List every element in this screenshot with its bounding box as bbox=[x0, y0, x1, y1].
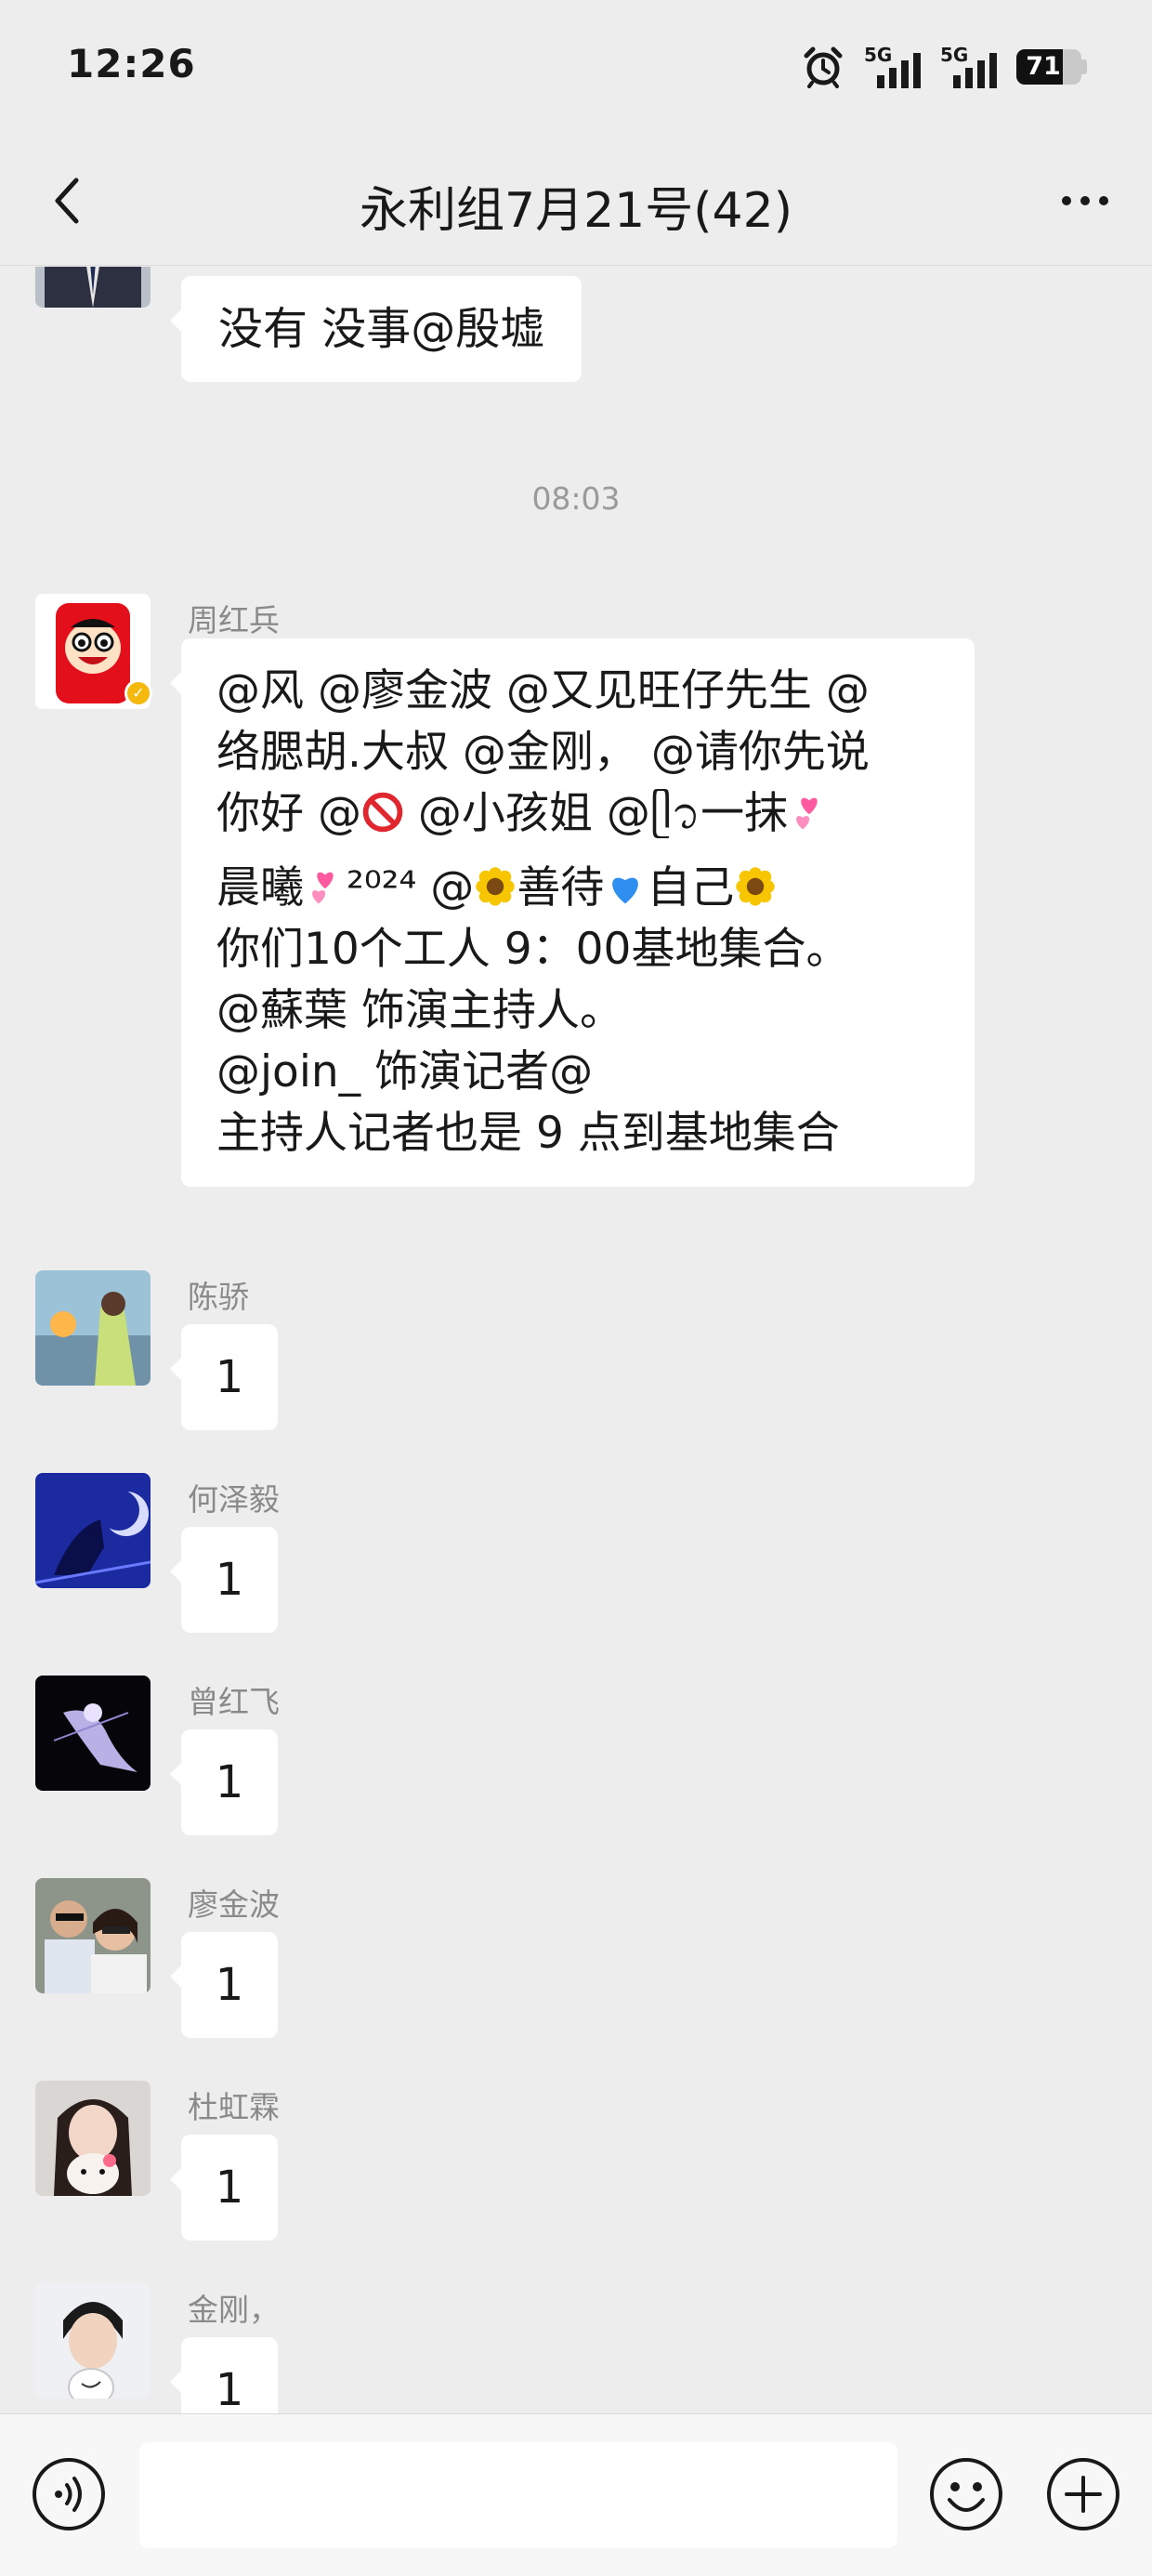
input-bar bbox=[0, 2413, 1152, 2576]
message-bubble[interactable]: 没有 没事@殷墟 bbox=[169, 276, 583, 382]
avatar[interactable] bbox=[35, 267, 151, 308]
message-line: @蘇葉 饰演主持人。 bbox=[216, 985, 623, 1036]
battery-icon: 71 bbox=[1016, 49, 1087, 85]
avatar[interactable] bbox=[35, 1473, 151, 1588]
message-timestamp: 08:03 bbox=[531, 480, 621, 517]
message-bubble[interactable]: 1 bbox=[170, 1729, 278, 1835]
sender-name: 廖金波 bbox=[188, 1886, 280, 1923]
message-text: 晨曦 bbox=[216, 862, 304, 913]
avatar[interactable] bbox=[35, 1676, 151, 1791]
message-line: 你们10个工人 9：00基地集合。 bbox=[216, 924, 850, 975]
chat-title: 永利组7月21号(42) bbox=[360, 183, 792, 239]
prohibited-emoji bbox=[362, 792, 403, 833]
message-text: 自己 bbox=[647, 862, 735, 913]
message-bubble[interactable]: 1 bbox=[170, 2135, 278, 2241]
message-bubble[interactable]: 1 bbox=[170, 2337, 278, 2413]
avatar[interactable] bbox=[35, 2283, 151, 2399]
sender-name: 金刚， bbox=[188, 2292, 280, 2328]
avatar[interactable] bbox=[35, 1878, 151, 1993]
message-input[interactable] bbox=[139, 2442, 897, 2548]
message-line: @join_ 饰演记者@ bbox=[216, 1046, 594, 1097]
signal-icon: 5G bbox=[940, 44, 998, 90]
message-line: 主持人记者也是 9 点到基地集合 bbox=[216, 1108, 840, 1159]
blue-heart-emoji bbox=[612, 877, 639, 904]
message-text: 你好 @ bbox=[216, 788, 361, 839]
voice-button[interactable] bbox=[30, 2455, 108, 2533]
more-button[interactable] bbox=[1048, 167, 1122, 234]
message-bubble[interactable]: 1 bbox=[170, 1932, 278, 2038]
chat-screen: 12:26 5G 5G 71 永利组7月21号(42) 没有 没事@殷墟 08:… bbox=[0, 0, 1152, 2576]
sender-name: 杜虹霖 bbox=[188, 2089, 280, 2125]
message-text: @小孩姐 @ᥫ᭡一抹 bbox=[403, 788, 789, 839]
message-bubble[interactable]: 1 bbox=[170, 1324, 278, 1430]
message-line: 你好 @ @小孩姐 @ᥫ᭡一抹 bbox=[216, 783, 939, 845]
more-functions-button[interactable] bbox=[1044, 2455, 1122, 2533]
message-text: ²⁰²⁴ @ bbox=[347, 862, 475, 913]
two-hearts-emoji bbox=[312, 872, 334, 904]
plus-icon bbox=[1047, 2458, 1119, 2530]
sunflower-emoji bbox=[736, 867, 776, 906]
status-bar: 12:26 5G 5G 71 bbox=[0, 0, 1152, 136]
sunflower-emoji bbox=[476, 867, 516, 906]
avatar[interactable]: ✓ bbox=[35, 594, 152, 709]
voice-icon bbox=[33, 2458, 105, 2530]
emoji-button[interactable] bbox=[927, 2455, 1005, 2533]
avatar[interactable] bbox=[35, 1270, 151, 1386]
more-icon bbox=[1062, 196, 1071, 205]
two-hearts-emoji bbox=[796, 797, 818, 830]
message-text: 善待 bbox=[517, 862, 605, 913]
message-line: 晨曦 ²⁰²⁴ @ 善待 自己 bbox=[216, 858, 939, 919]
signal-icon: 5G bbox=[864, 44, 922, 90]
message-bubble[interactable]: 1 bbox=[170, 1527, 278, 1633]
verified-badge-icon: ✓ bbox=[124, 679, 152, 707]
message-line: @风 @廖金波 @又见旺仔先生 @ bbox=[216, 665, 870, 716]
status-icons: 5G 5G 71 bbox=[801, 41, 1087, 93]
sender-name: 曾红飞 bbox=[188, 1684, 280, 1720]
message-list[interactable]: 没有 没事@殷墟 08:03 ✓ 周红兵 @风 @廖金波 @又见旺仔先生 @ 络… bbox=[0, 267, 1152, 2413]
sender-name: 陈骄 bbox=[188, 1279, 249, 1315]
message-bubble[interactable]: @风 @廖金波 @又见旺仔先生 @ 络腮胡.大叔 @金刚， @请你先说 你好 @… bbox=[170, 638, 975, 1187]
alarm-icon bbox=[804, 46, 843, 88]
sender-name: 何泽毅 bbox=[188, 1481, 280, 1518]
sender-name: 周红兵 bbox=[188, 602, 280, 638]
emoji-icon bbox=[930, 2458, 1002, 2530]
message-line: 络腮胡.大叔 @金刚， @请你先说 bbox=[216, 727, 870, 778]
battery-percent: 71 bbox=[1026, 52, 1061, 81]
avatar[interactable] bbox=[35, 2081, 151, 2196]
status-time: 12:26 bbox=[67, 41, 196, 86]
chat-header: 永利组7月21号(42) bbox=[0, 136, 1152, 266]
